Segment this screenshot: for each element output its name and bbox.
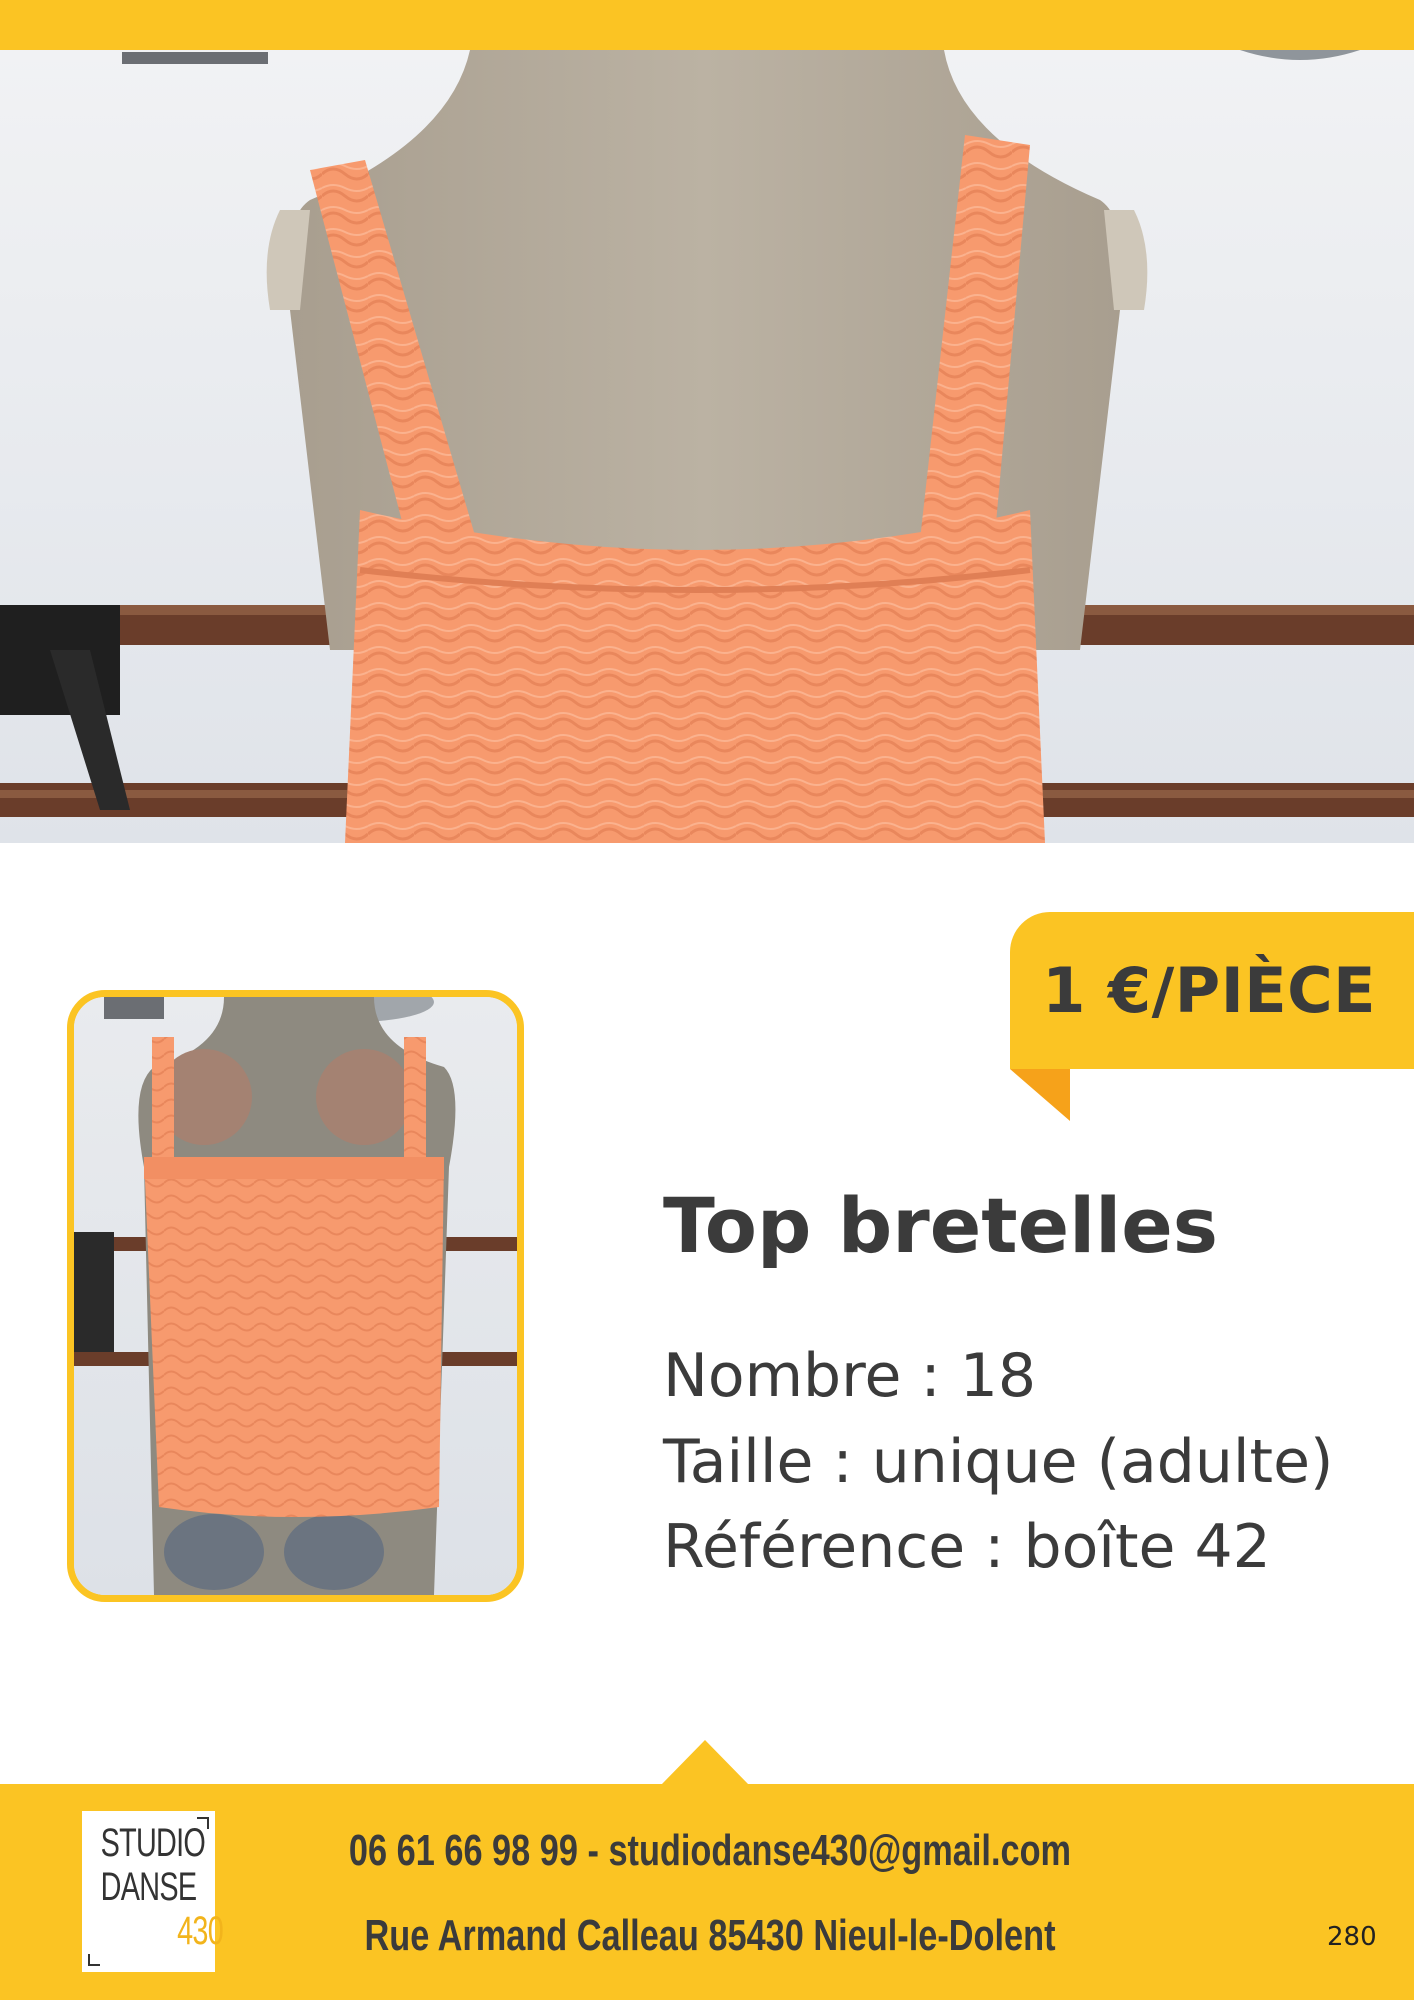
contact-address: Rue Armand Calleau 85430 Nieul-le-Dolent bbox=[364, 1911, 1056, 1960]
logo-corner-mark bbox=[88, 1954, 100, 1966]
detail-size: Taille : unique (adulte) bbox=[663, 1427, 1334, 1497]
price-tag-fold bbox=[1010, 1069, 1070, 1121]
product-thumbnail bbox=[67, 990, 524, 1602]
detail-reference: Référence : boîte 42 bbox=[663, 1512, 1271, 1582]
hero-photo bbox=[0, 50, 1414, 843]
price-tag: 1 €/PIÈCE bbox=[1010, 912, 1414, 1069]
top-accent-bar bbox=[0, 0, 1414, 50]
footer-notch bbox=[661, 1740, 749, 1785]
price-label: 1 €/PIÈCE bbox=[1042, 954, 1376, 1027]
logo-line-studio: STUDIO bbox=[100, 1821, 206, 1865]
contact-phone-email: 06 61 66 98 99 - studiodanse430@gmail.co… bbox=[348, 1826, 1072, 1875]
detail-quantity: Nombre : 18 bbox=[663, 1341, 1037, 1411]
product-title: Top bretelles bbox=[663, 1181, 1219, 1270]
studio-logo: STUDIO DANSE 430 bbox=[82, 1811, 224, 1972]
logo-line-430: 430 bbox=[177, 1909, 224, 1953]
logo-line-danse: DANSE bbox=[100, 1865, 197, 1909]
page-number: 280 bbox=[1327, 1922, 1377, 1952]
